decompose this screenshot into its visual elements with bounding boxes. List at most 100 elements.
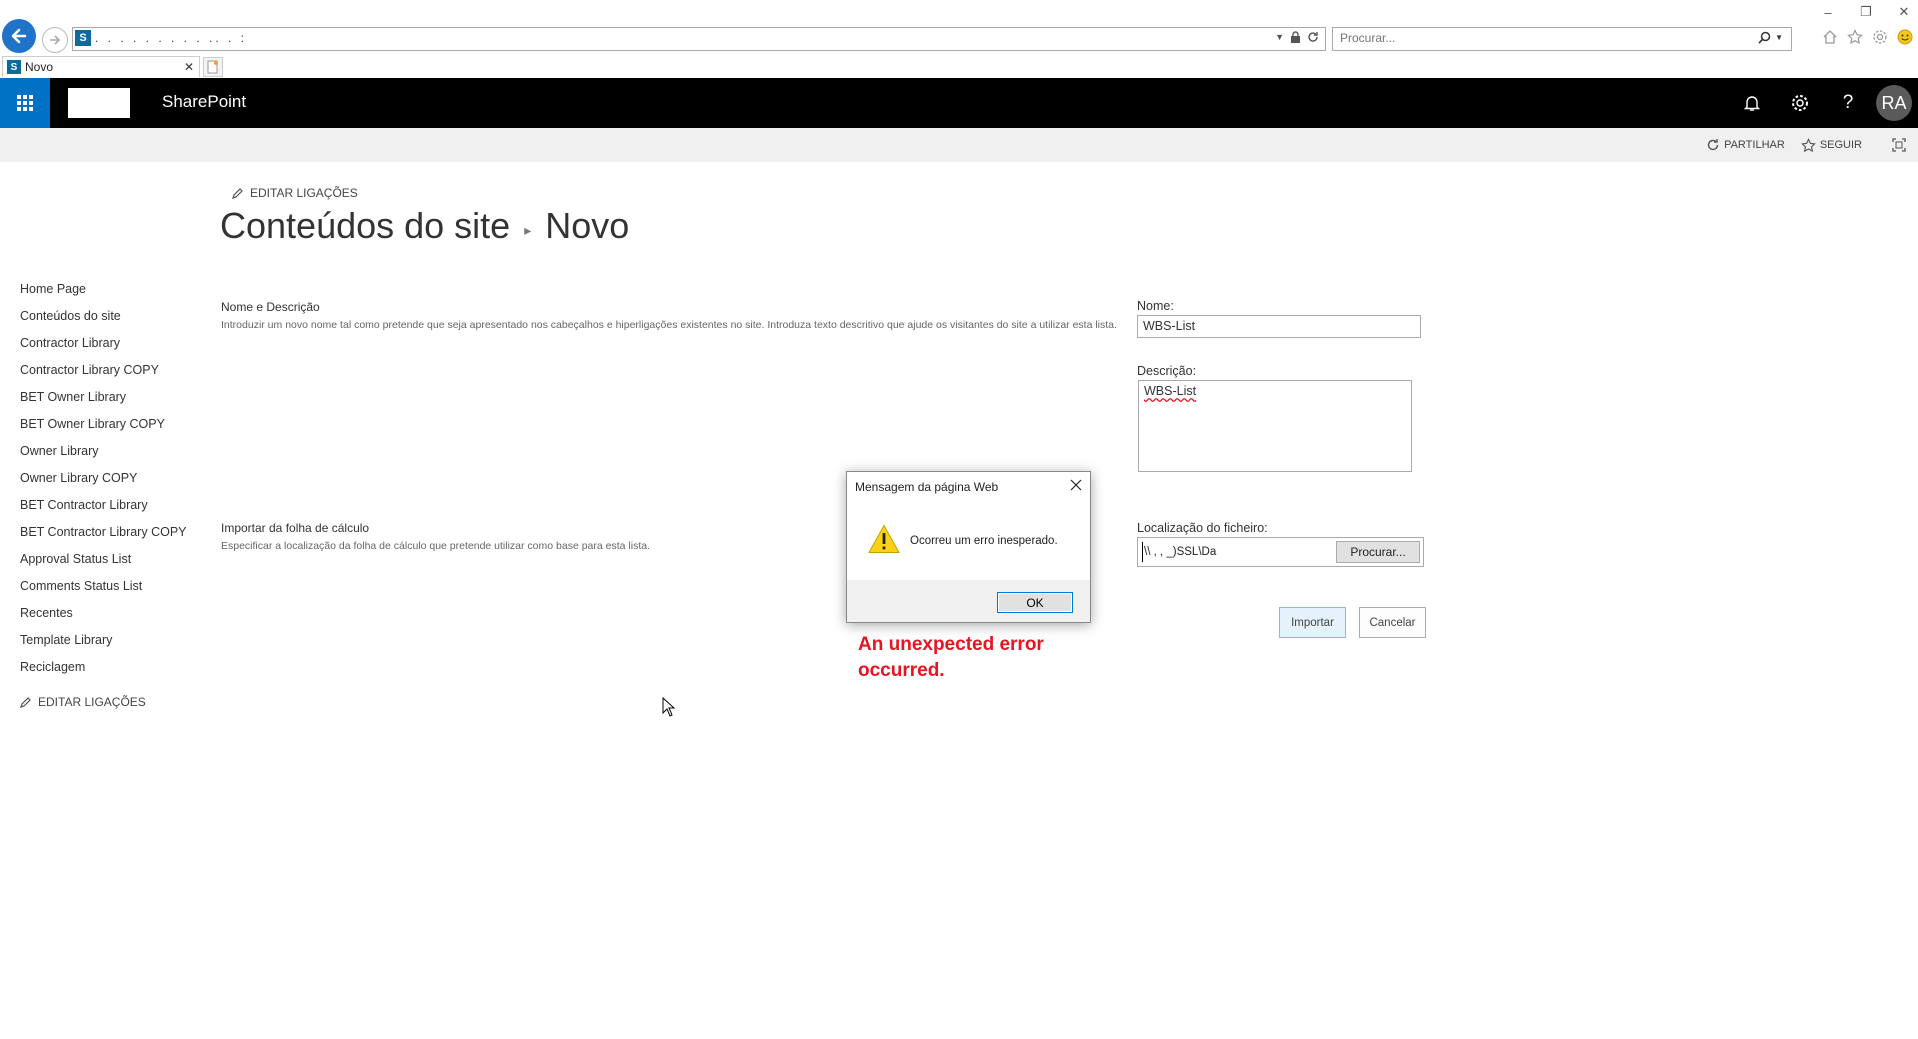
address-text: . . . . . . . . . .. . : bbox=[95, 31, 248, 45]
file-location-label: Localização do ficheiro: bbox=[1137, 521, 1268, 535]
ribbon-strip: PARTILHAR SEGUIR bbox=[0, 128, 1918, 162]
dialog-close-button[interactable] bbox=[1068, 477, 1084, 493]
window-controls: – ❐ ✕ bbox=[1820, 4, 1912, 20]
dialog-footer: OK bbox=[847, 580, 1090, 622]
back-button[interactable] bbox=[2, 19, 36, 53]
name-description-section: Nome e Descrição Introduzir um novo nome… bbox=[221, 300, 1121, 331]
error-annotation: An unexpected error occurred. bbox=[858, 634, 1044, 681]
settings-button[interactable] bbox=[1776, 78, 1824, 128]
breadcrumb-separator-icon: ▸ bbox=[524, 221, 532, 238]
minimize-icon[interactable]: – bbox=[1820, 4, 1836, 20]
nav-item-approval-status-list[interactable]: Approval Status List bbox=[20, 546, 190, 573]
warning-icon bbox=[868, 524, 900, 554]
mouse-cursor-icon bbox=[662, 697, 675, 717]
share-label: PARTILHAR bbox=[1724, 139, 1785, 151]
tab-favicon-icon: S bbox=[7, 60, 21, 74]
new-tab-button[interactable] bbox=[203, 57, 223, 77]
browser-search-input[interactable] bbox=[1333, 28, 1740, 48]
arrow-left-icon bbox=[11, 28, 27, 44]
import-button[interactable]: Importar bbox=[1279, 607, 1346, 638]
avatar[interactable]: RA bbox=[1876, 85, 1912, 121]
browser-tab[interactable]: S Novo ✕ bbox=[2, 56, 200, 77]
name-field[interactable]: WBS-List bbox=[1137, 315, 1421, 338]
pencil-icon bbox=[20, 697, 31, 708]
nav-item-bet-owner-library-copy[interactable]: BET Owner Library COPY bbox=[20, 411, 190, 438]
nav-item-owner-library[interactable]: Owner Library bbox=[20, 438, 190, 465]
browser-search-box[interactable]: ▼ bbox=[1332, 27, 1792, 51]
home-icon[interactable] bbox=[1822, 29, 1838, 45]
web-page-message-dialog: Mensagem da página Web Ocorreu um erro i… bbox=[846, 471, 1091, 623]
nav-item-site-contents[interactable]: Conteúdos do site bbox=[20, 303, 190, 330]
breadcrumb-current: Novo bbox=[545, 205, 630, 246]
edit-links-top[interactable]: EDITAR LIGAÇÕES bbox=[232, 186, 358, 200]
edit-links-nav-label: EDITAR LIGAÇÕES bbox=[38, 695, 146, 709]
description-field[interactable]: WBS-List bbox=[1138, 380, 1412, 472]
name-label: Nome: bbox=[1137, 299, 1174, 313]
star-icon bbox=[1800, 137, 1816, 152]
nav-item-comments-status-list[interactable]: Comments Status List bbox=[20, 573, 190, 600]
nav-item-template-library[interactable]: Template Library bbox=[20, 627, 190, 654]
notifications-button[interactable] bbox=[1728, 78, 1776, 128]
nav-item-bet-owner-library[interactable]: BET Owner Library bbox=[20, 384, 190, 411]
refresh-icon[interactable] bbox=[1307, 31, 1319, 43]
gear-icon bbox=[1792, 95, 1808, 111]
share-icon bbox=[1707, 139, 1719, 151]
smiley-feedback-icon[interactable] bbox=[1897, 29, 1913, 45]
nav-item-home-page[interactable]: Home Page bbox=[20, 276, 190, 303]
arrow-right-icon bbox=[50, 35, 61, 45]
page-actions: PARTILHAR SEGUIR bbox=[1706, 128, 1906, 162]
new-tab-icon bbox=[207, 60, 218, 74]
question-mark-icon: ? bbox=[1842, 92, 1854, 113]
favorites-star-icon[interactable] bbox=[1847, 29, 1863, 45]
search-dropdown-icon[interactable]: ▼ bbox=[1775, 33, 1783, 42]
lock-icon[interactable] bbox=[1290, 31, 1301, 43]
browser-chrome: S . . . . . . . . . .. . : ▼ ▼ – ❐ ✕ bbox=[0, 0, 1918, 78]
nav-item-contractor-library[interactable]: Contractor Library bbox=[20, 330, 190, 357]
nav-item-owner-library-copy[interactable]: Owner Library COPY bbox=[20, 465, 190, 492]
close-window-icon[interactable]: ✕ bbox=[1896, 4, 1912, 20]
waffle-icon bbox=[17, 95, 33, 111]
follow-button[interactable]: SEGUIR bbox=[1800, 137, 1862, 153]
page-title: Conteúdos do site ▸ Novo bbox=[220, 205, 629, 247]
dropdown-icon[interactable]: ▼ bbox=[1275, 32, 1284, 42]
address-icons: ▼ bbox=[1275, 31, 1319, 43]
restore-icon[interactable]: ❐ bbox=[1858, 4, 1874, 20]
sharepoint-brand[interactable]: SharePoint bbox=[162, 92, 246, 112]
pencil-icon bbox=[232, 188, 243, 199]
breadcrumb-parent[interactable]: Conteúdos do site bbox=[220, 205, 510, 247]
file-location-input[interactable]: \\ , , _)SSL\Da bbox=[1142, 542, 1334, 562]
settings-gear-icon[interactable] bbox=[1872, 29, 1888, 45]
ok-button[interactable]: OK bbox=[997, 592, 1073, 613]
left-navigation: Home Page Conteúdos do site Contractor L… bbox=[20, 276, 190, 709]
sharepoint-favicon-icon: S bbox=[75, 30, 91, 46]
cancel-button[interactable]: Cancelar bbox=[1359, 607, 1426, 638]
tab-close-icon[interactable]: ✕ bbox=[184, 60, 194, 74]
search-controls: ▼ bbox=[1758, 31, 1783, 44]
bell-icon bbox=[1743, 96, 1761, 111]
nav-item-contractor-library-copy[interactable]: Contractor Library COPY bbox=[20, 357, 190, 384]
tab-title: Novo bbox=[25, 60, 54, 74]
browse-button[interactable]: Procurar... bbox=[1336, 541, 1420, 563]
name-section-title: Nome e Descrição bbox=[221, 300, 320, 314]
share-button[interactable]: PARTILHAR bbox=[1706, 138, 1785, 152]
nav-item-recent[interactable]: Recentes bbox=[20, 600, 190, 627]
description-text: WBS-List bbox=[1144, 384, 1197, 398]
nav-item-recycle-bin[interactable]: Reciclagem bbox=[20, 654, 190, 681]
dialog-title: Mensagem da página Web bbox=[855, 480, 999, 494]
focus-mode-button[interactable] bbox=[1892, 138, 1906, 152]
browser-toolbar bbox=[1822, 29, 1913, 45]
suite-actions: ? RA bbox=[1728, 78, 1918, 128]
forward-button[interactable] bbox=[42, 27, 68, 53]
address-bar[interactable]: S . . . . . . . . . .. . : ▼ bbox=[72, 27, 1326, 51]
name-section-description: Introduzir um novo nome tal como pretend… bbox=[221, 319, 1117, 331]
help-button[interactable]: ? bbox=[1824, 78, 1872, 128]
edit-links-label: EDITAR LIGAÇÕES bbox=[250, 186, 358, 200]
nav-item-bet-contractor-library[interactable]: BET Contractor Library bbox=[20, 492, 190, 519]
follow-label: SEGUIR bbox=[1819, 139, 1862, 151]
app-launcher-button[interactable] bbox=[0, 78, 50, 128]
site-logo[interactable] bbox=[68, 88, 130, 118]
edit-links-nav[interactable]: EDITAR LIGAÇÕES bbox=[20, 695, 190, 709]
dialog-message: Ocorreu um erro inesperado. bbox=[910, 535, 1058, 547]
search-icon[interactable] bbox=[1758, 31, 1771, 44]
nav-item-bet-contractor-library-copy[interactable]: BET Contractor Library COPY bbox=[20, 519, 190, 546]
